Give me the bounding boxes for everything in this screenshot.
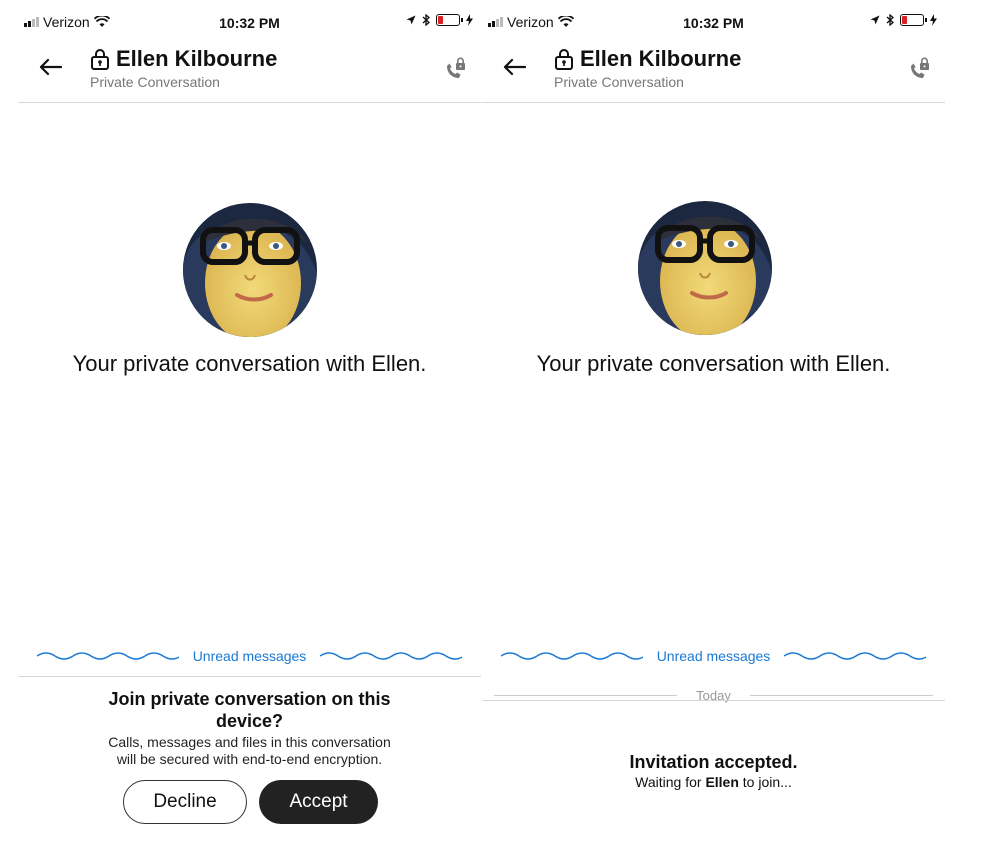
join-prompt-title: Join private conversation on this device…	[18, 688, 481, 732]
avatar	[638, 201, 772, 335]
conversation-type: Private Conversation	[554, 74, 684, 90]
battery-icon	[436, 14, 463, 26]
lock-icon	[91, 49, 109, 70]
conversation-headline: Your private conversation with Ellen.	[72, 351, 427, 376]
secure-call-icon[interactable]	[907, 56, 933, 82]
unread-messages-divider: Unread messages	[18, 644, 481, 668]
contact-name: Ellen Kilbourne	[580, 46, 742, 71]
today-rule-right	[750, 695, 933, 696]
conversation-header: Ellen Kilbourne Private Conversation	[482, 44, 945, 103]
status-bar: Verizon 10:32 PM	[482, 14, 945, 34]
charging-bolt-icon	[930, 14, 937, 26]
conversation-type: Private Conversation	[90, 74, 220, 90]
battery-icon	[900, 14, 927, 26]
section-divider	[482, 700, 945, 701]
wave-decoration	[784, 652, 927, 660]
charging-bolt-icon	[466, 14, 473, 26]
invitation-status-title: Invitation accepted.	[629, 752, 798, 772]
unread-messages-divider: Unread messages	[482, 644, 945, 668]
conversation-header: Ellen Kilbourne Private Conversation	[18, 44, 481, 103]
accept-button[interactable]: Accept	[259, 780, 378, 824]
location-arrow-icon	[870, 15, 880, 25]
join-title-line: device?	[215, 711, 284, 731]
join-prompt-description: Calls, messages and files in this conver…	[18, 734, 481, 768]
secure-call-icon[interactable]	[443, 56, 469, 82]
unread-label: Unread messages	[192, 648, 307, 664]
join-title-line: Join private conversation on this	[108, 689, 391, 709]
screen-join-prompt: Verizon 10:32 PM Ellen Kilbourne Private…	[18, 0, 481, 846]
avatar	[183, 203, 317, 337]
unread-label: Unread messages	[656, 648, 771, 664]
bluetooth-icon	[886, 14, 894, 26]
screen-invitation-accepted: Verizon 10:32 PM Ellen Kilbourne Private…	[482, 0, 945, 846]
join-desc-line: will be secured with end-to-end encrypti…	[116, 751, 383, 767]
status-bar: Verizon 10:32 PM	[18, 14, 481, 34]
bluetooth-icon	[422, 14, 430, 26]
status-contact-name: Ellen	[705, 774, 739, 790]
decline-button[interactable]: Decline	[123, 780, 247, 824]
invitation-status-subtitle: Waiting for Ellen to join...	[482, 774, 945, 790]
contact-name: Ellen Kilbourne	[116, 46, 278, 71]
wave-decoration	[320, 652, 463, 660]
status-suffix: to join...	[742, 774, 792, 790]
wave-decoration	[36, 652, 179, 660]
join-desc-line: Calls, messages and files in this conver…	[108, 734, 391, 750]
conversation-headline: Your private conversation with Ellen.	[536, 351, 891, 376]
location-arrow-icon	[406, 15, 416, 25]
wave-decoration	[500, 652, 643, 660]
section-divider	[18, 676, 481, 677]
status-prefix: Waiting for	[635, 774, 702, 790]
back-arrow-icon[interactable]	[38, 58, 62, 76]
lock-icon	[555, 49, 573, 70]
back-arrow-icon[interactable]	[502, 58, 526, 76]
